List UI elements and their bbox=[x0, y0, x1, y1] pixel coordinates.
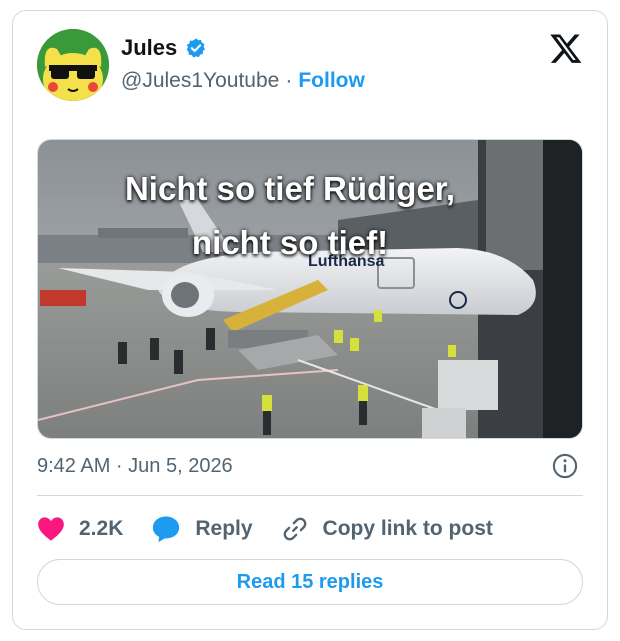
read-replies-button[interactable]: Read 15 replies bbox=[37, 559, 583, 605]
x-logo-icon[interactable] bbox=[549, 31, 583, 65]
follow-button[interactable]: Follow bbox=[298, 69, 365, 93]
avatar[interactable] bbox=[37, 29, 109, 101]
post-actions: 2.2K Reply Copy link to post bbox=[37, 511, 521, 547]
media-caption-line-1: Nicht so tief Rüdiger, bbox=[124, 170, 456, 207]
reply-label: Reply bbox=[195, 517, 253, 540]
handle-separator: · bbox=[285, 69, 293, 92]
link-icon bbox=[281, 515, 309, 543]
media-caption-line-2: nicht so tief! bbox=[191, 224, 389, 261]
info-icon[interactable] bbox=[551, 452, 579, 480]
verified-badge-icon bbox=[185, 37, 207, 59]
author-handle[interactable]: @Jules1Youtube bbox=[121, 69, 279, 93]
copy-link-button[interactable]: Copy link to post bbox=[281, 515, 493, 543]
like-button[interactable]: 2.2K bbox=[37, 516, 123, 542]
post-media-image[interactable]: Lufthansa Nicht so tief Rüdiger, nicht s… bbox=[37, 139, 583, 439]
avatar-image bbox=[37, 29, 109, 101]
author-handle-row: @Jules1Youtube · Follow bbox=[121, 69, 365, 93]
embedded-post-card: Jules @Jules1Youtube · Follow Lufthansa … bbox=[12, 10, 608, 630]
author-display-name[interactable]: Jules bbox=[121, 35, 177, 61]
speech-bubble-icon bbox=[151, 515, 181, 543]
reply-button[interactable]: Reply bbox=[151, 515, 253, 543]
copy-link-label: Copy link to post bbox=[322, 517, 493, 540]
heart-icon bbox=[37, 516, 65, 542]
author-name-row: Jules bbox=[121, 35, 207, 61]
post-timestamp[interactable]: 9:42 AM · Jun 5, 2026 bbox=[37, 455, 233, 478]
divider bbox=[37, 495, 583, 496]
like-count: 2.2K bbox=[79, 517, 124, 540]
